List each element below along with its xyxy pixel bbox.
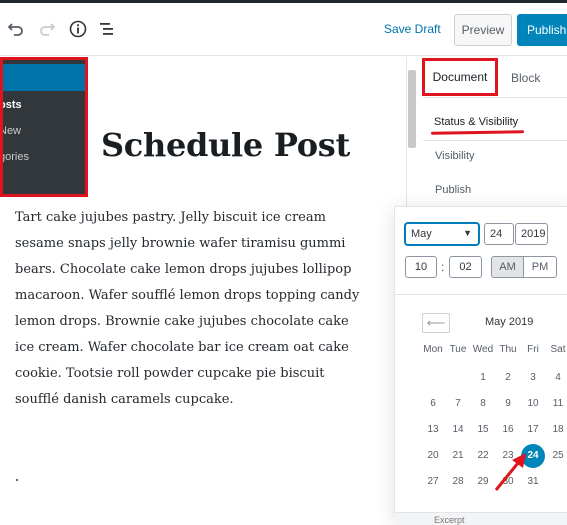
- calendar-day[interactable]: 14: [446, 421, 470, 439]
- calendar-day[interactable]: 2: [496, 369, 520, 387]
- weekday-header: Sat: [550, 344, 566, 355]
- calendar-day[interactable]: 16: [496, 421, 520, 439]
- redo-icon[interactable]: [35, 17, 59, 41]
- admin-menu-item-add-new[interactable]: New: [3, 125, 21, 137]
- block-navigation-icon[interactable]: [95, 17, 119, 41]
- info-icon[interactable]: [66, 17, 90, 41]
- month-select-value: May: [411, 228, 432, 240]
- date-time-picker: May ▼ 24 2019 10 : 02 AM PM ⟵ May 2019 M…: [394, 206, 567, 524]
- weekday-header: Tue: [449, 344, 467, 355]
- sidebar-bottom-strip: [394, 512, 567, 525]
- calendar-day[interactable]: 25: [546, 447, 567, 465]
- calendar-day[interactable]: 4: [546, 369, 567, 387]
- paragraph-line: ice cream. Wafer chocolate bar ice cream…: [15, 340, 349, 355]
- calendar-day[interactable]: 21: [446, 447, 470, 465]
- calendar-day[interactable]: 10: [521, 395, 545, 413]
- calendar-day[interactable]: 28: [446, 473, 470, 491]
- calendar-day[interactable]: 15: [471, 421, 495, 439]
- chevron-down-icon: ▼: [463, 228, 472, 238]
- weekday-header: Fri: [527, 344, 539, 355]
- paragraph-line: macaroon. Wafer soufflé lemon drops topp…: [15, 288, 360, 303]
- calendar-day[interactable]: 6: [421, 395, 445, 413]
- calendar-day[interactable]: 27: [421, 473, 445, 491]
- tab-block[interactable]: Block: [511, 71, 540, 85]
- paragraph-line: soufflé danish caramels cupcake.: [15, 392, 234, 407]
- publish-label: Publish: [435, 184, 472, 196]
- calendar-day[interactable]: 3: [521, 369, 545, 387]
- cursor-mark: [16, 479, 18, 481]
- tabs-divider: [423, 97, 567, 98]
- paragraph-line: sesame snaps jelly brownie wafer tiramis…: [15, 236, 346, 251]
- year-input[interactable]: 2019: [515, 223, 548, 245]
- calendar-day[interactable]: 17: [521, 421, 545, 439]
- paragraph-line: cookie. Tootsie roll powder cupcake pie …: [15, 366, 325, 381]
- minute-input[interactable]: 02: [449, 256, 482, 278]
- calendar-day[interactable]: 1: [471, 369, 495, 387]
- tab-document[interactable]: Document: [422, 58, 498, 96]
- paragraph-line: bears. Chocolate cake lemon drops jujube…: [15, 262, 352, 277]
- arrow-left-icon: ⟵: [426, 315, 446, 330]
- am-button[interactable]: AM: [491, 256, 524, 278]
- calendar-day[interactable]: 7: [446, 395, 470, 413]
- weekday-header: Wed: [472, 344, 494, 355]
- weekday-header: Thu: [499, 344, 517, 355]
- tab-document-label: Document: [432, 70, 488, 84]
- calendar-day[interactable]: 18: [546, 421, 567, 439]
- admin-menu-item-categories[interactable]: gories: [3, 151, 29, 163]
- sidebar-scrollbar[interactable]: [408, 70, 416, 148]
- pm-button[interactable]: PM: [523, 256, 557, 278]
- previous-month-button[interactable]: ⟵: [422, 313, 450, 333]
- visibility-label: Visibility: [435, 150, 475, 162]
- excerpt-panel-label[interactable]: Excerpt: [434, 515, 465, 525]
- calendar-day[interactable]: 11: [546, 395, 567, 413]
- status-visibility-panel-title[interactable]: Status & Visibility: [434, 116, 518, 128]
- annotation-arrow: [494, 453, 526, 491]
- paragraph-line: lemon drops. Brownie cake jujubes chocol…: [15, 314, 349, 329]
- panel-divider: [423, 140, 567, 141]
- hour-input[interactable]: 10: [405, 256, 437, 278]
- publish-button[interactable]: Publish...: [517, 14, 567, 46]
- calendar-day[interactable]: 13: [421, 421, 445, 439]
- weekday-header: Mon: [423, 344, 443, 355]
- admin-posts-menu: osts New gories: [0, 57, 88, 197]
- admin-menu-item-posts[interactable]: osts: [3, 99, 22, 111]
- preview-button[interactable]: Preview: [454, 14, 512, 46]
- day-input[interactable]: 24: [484, 223, 514, 245]
- post-title[interactable]: Schedule Post: [101, 126, 350, 164]
- month-select[interactable]: May ▼: [405, 223, 479, 245]
- time-colon: :: [441, 260, 445, 274]
- calendar-divider: [395, 294, 567, 295]
- calendar-day[interactable]: 9: [496, 395, 520, 413]
- calendar-day[interactable]: 8: [471, 395, 495, 413]
- editor-toolbar: Save Draft Preview Publish...: [0, 3, 567, 56]
- paragraph-line: Tart cake jujubes pastry. Jelly biscuit …: [15, 210, 326, 225]
- calendar-day[interactable]: 20: [421, 447, 445, 465]
- undo-icon[interactable]: [4, 17, 28, 41]
- save-draft-button[interactable]: Save Draft: [384, 22, 441, 36]
- calendar-month-title: May 2019: [485, 316, 534, 328]
- admin-menu-active-item[interactable]: [3, 64, 85, 91]
- post-body[interactable]: Tart cake jujubes pastry. Jelly biscuit …: [15, 205, 370, 413]
